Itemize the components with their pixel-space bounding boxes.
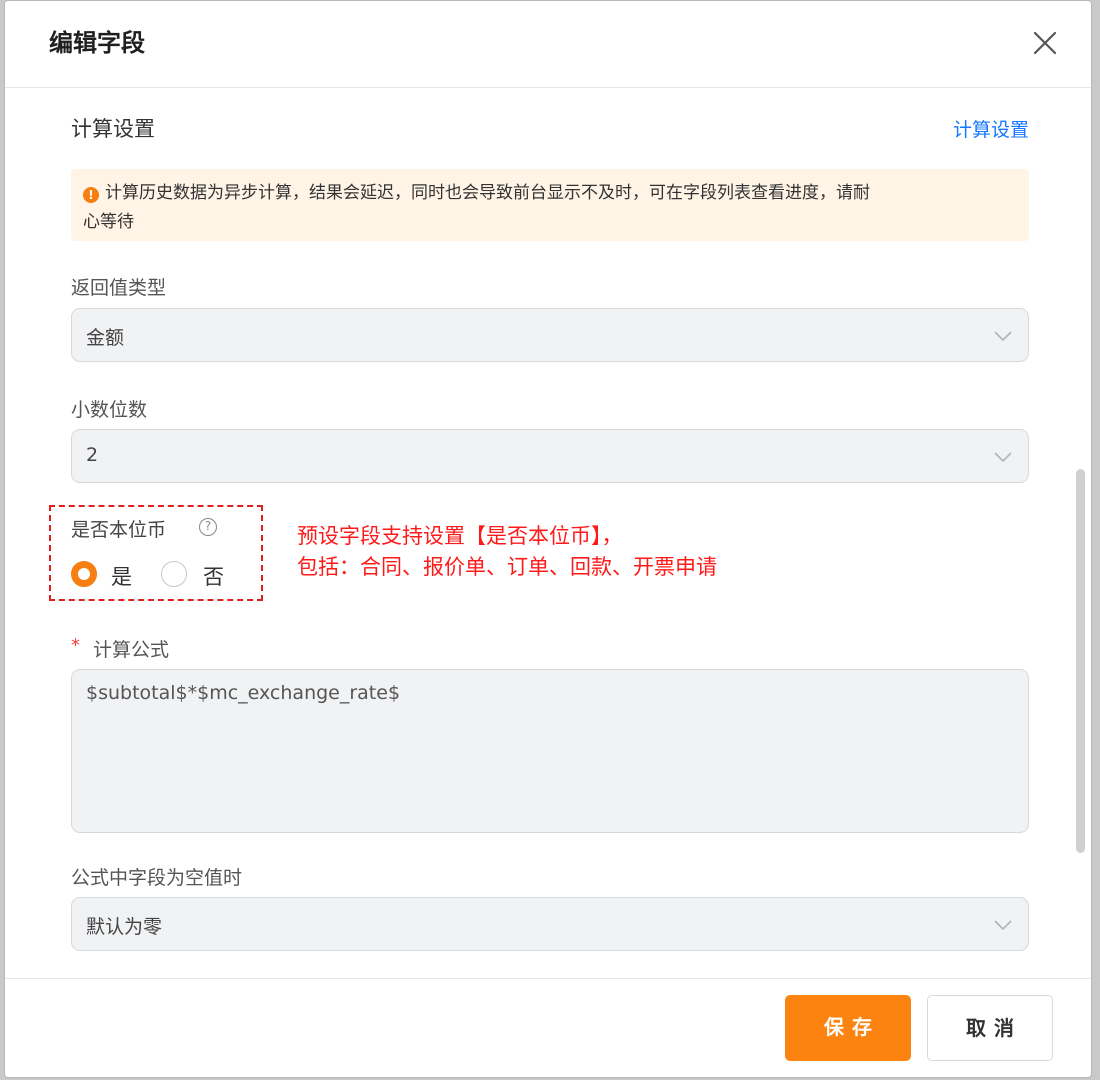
radio-yes-label[interactable]: 是 xyxy=(111,561,132,591)
empty-handling-select[interactable]: 默认为零 xyxy=(71,897,1029,951)
dialog-header: 编辑字段 xyxy=(5,1,1091,88)
alert-text-line2: 心等待 xyxy=(83,212,134,232)
radio-no-label[interactable]: 否 xyxy=(203,561,224,591)
close-icon[interactable] xyxy=(1031,29,1059,57)
cancel-button[interactable]: 取消 xyxy=(927,995,1053,1061)
dialog-footer: 保存 取消 xyxy=(5,978,1091,1077)
chevron-down-icon xyxy=(994,452,1012,462)
chevron-down-icon xyxy=(994,920,1012,930)
formula-value: $subtotal$*$mc_exchange_rate$ xyxy=(86,682,401,704)
empty-handling-label: 公式中字段为空值时 xyxy=(71,867,243,889)
return-type-value: 金额 xyxy=(86,327,125,349)
async-calc-alert: ! 计算历史数据为异步计算，结果会延迟，同时也会导致前台显示不及时，可在字段列表查… xyxy=(71,169,1029,241)
empty-handling-value: 默认为零 xyxy=(86,916,163,938)
alert-text-line1: 计算历史数据为异步计算，结果会延迟，同时也会导致前台显示不及时，可在字段列表查看… xyxy=(105,183,870,203)
question-circle-icon[interactable]: ? xyxy=(199,518,217,536)
calc-settings-title: 计算设置 xyxy=(71,117,155,141)
required-mark: * xyxy=(71,635,80,656)
chevron-down-icon xyxy=(994,331,1012,341)
annotation-line2: 包括：合同、报价单、订单、回款、开票申请 xyxy=(297,555,717,579)
formula-textarea[interactable]: $subtotal$*$mc_exchange_rate$ xyxy=(71,669,1029,833)
save-button[interactable]: 保存 xyxy=(785,995,911,1061)
base-currency-label: 是否本位币 xyxy=(71,519,167,541)
annotation-line1: 预设字段支持设置【是否本位币】， xyxy=(297,524,623,548)
dialog-title: 编辑字段 xyxy=(49,29,145,57)
scrollbar[interactable] xyxy=(1076,469,1085,853)
calc-settings-link[interactable]: 计算设置 xyxy=(953,115,1029,142)
return-type-label: 返回值类型 xyxy=(71,277,167,299)
return-type-select[interactable]: 金额 xyxy=(71,308,1029,362)
radio-no[interactable] xyxy=(161,561,187,587)
dialog-body: 计算设置 计算设置 ! 计算历史数据为异步计算，结果会延迟，同时也会导致前台显示不… xyxy=(5,87,1091,979)
decimals-label: 小数位数 xyxy=(71,399,148,421)
exclamation-icon: ! xyxy=(83,187,99,203)
formula-label: 计算公式 xyxy=(93,639,170,661)
edit-field-dialog: 编辑字段 计算设置 计算设置 ! 计算历史数据为异步计算，结果会延迟，同时也会导致… xyxy=(4,0,1092,1078)
radio-yes[interactable] xyxy=(71,561,97,587)
decimals-value: 2 xyxy=(86,444,99,466)
decimals-select[interactable]: 2 xyxy=(71,429,1029,483)
annotation-note: 预设字段支持设置【是否本位币】， 包括：合同、报价单、订单、回款、开票申请 xyxy=(297,521,717,583)
